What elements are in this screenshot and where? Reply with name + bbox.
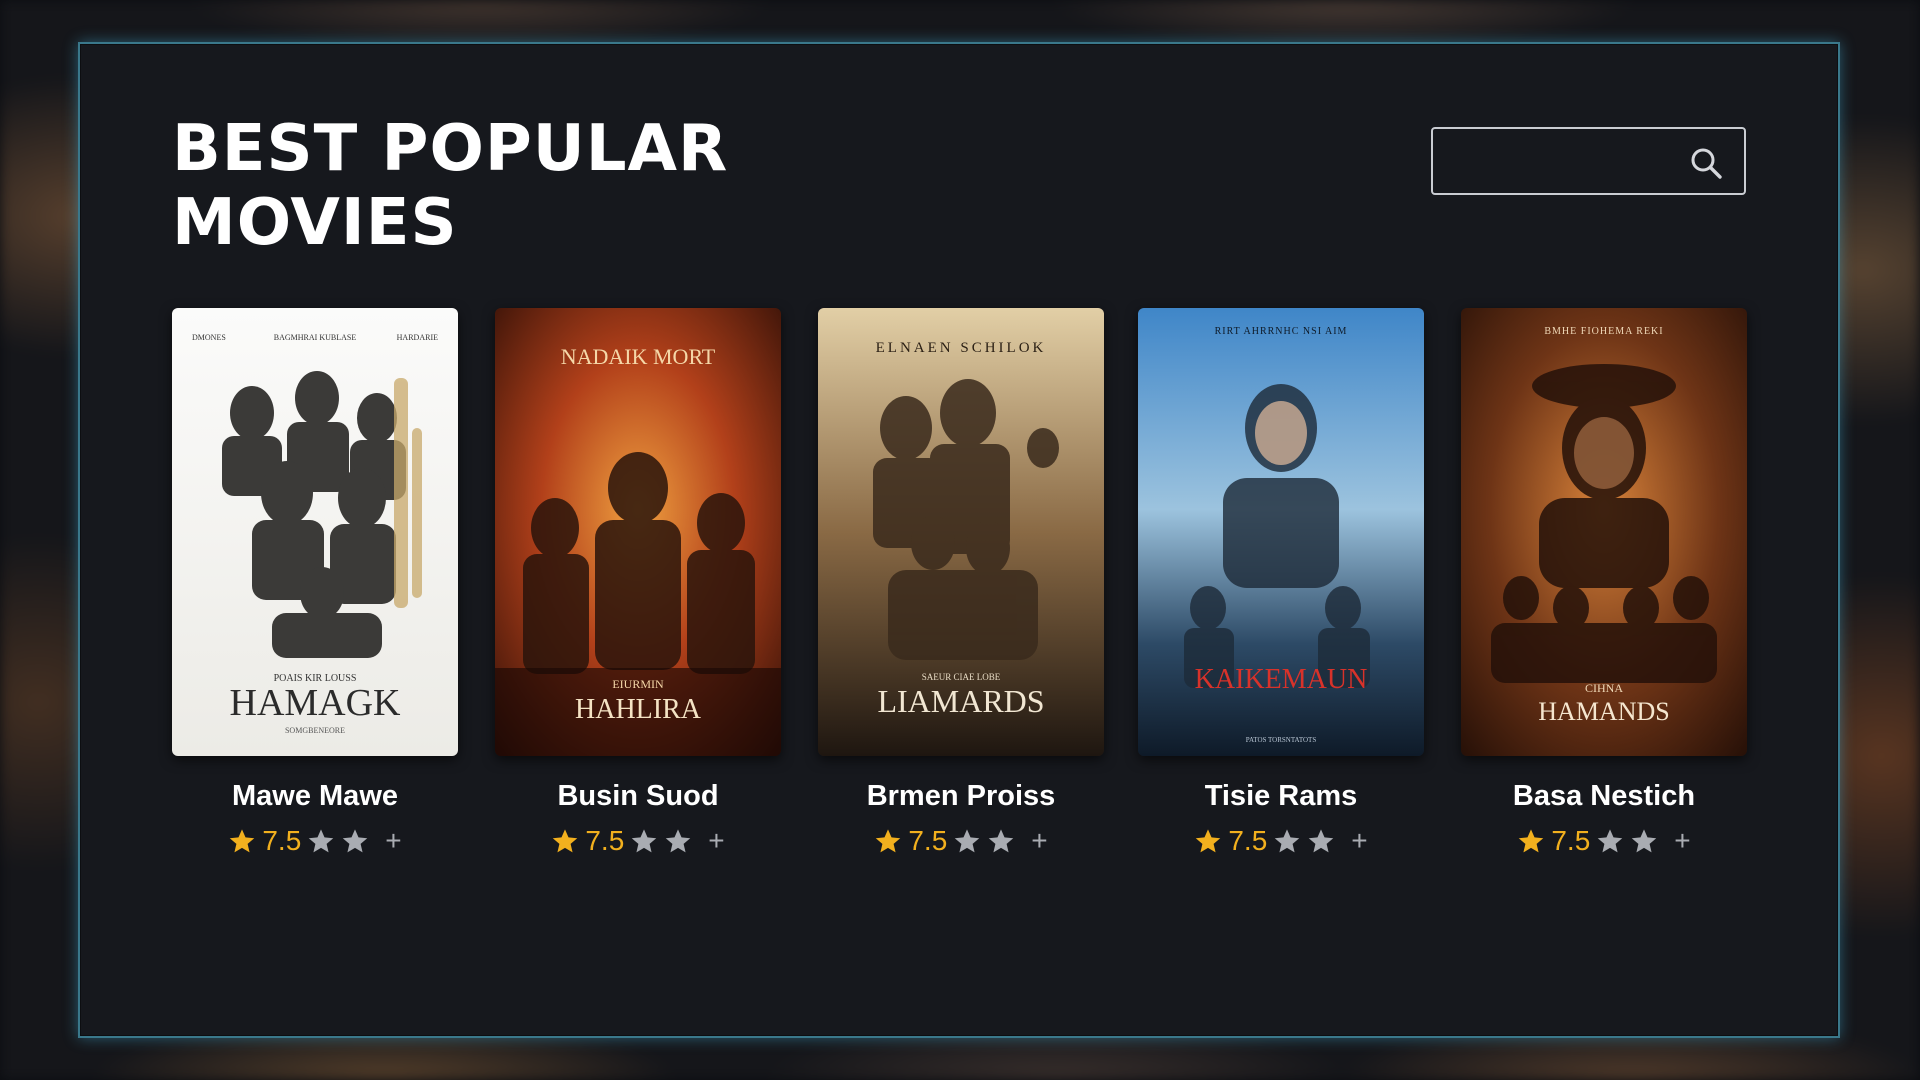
poster-title: HAMAGK (230, 682, 402, 724)
poster-header: ELNAEN SCHILOK (876, 340, 1047, 356)
add-to-list-button[interactable]: + (385, 825, 401, 857)
movie-poster[interactable]: BMHE FIOHEMA REKI CIHNA HAMANDS (1461, 308, 1747, 756)
movie-poster[interactable]: DMONES BAGMHRAI KUBLASE HARDARIE POAIS K… (172, 308, 458, 756)
poster-header-center: BAGMHRAI KUBLASE (274, 333, 357, 342)
movie-rating: 7.5 + (1461, 823, 1747, 859)
poster-subtitle: SAEUR CIAE LOBE (922, 672, 1001, 682)
movie-card[interactable]: NADAIK MORT EIURMIN HAHLIRA Busin Suod 7… (495, 308, 781, 859)
star-icon[interactable] (630, 827, 658, 855)
movie-card[interactable]: BMHE FIOHEMA REKI CIHNA HAMANDS Basa Nes… (1461, 308, 1747, 859)
add-to-list-button[interactable]: + (1674, 825, 1690, 857)
movie-title[interactable]: Mawe Mawe (172, 780, 458, 813)
movie-poster[interactable]: RIRT AHRRNHC NSI AIM KAIKEMAUN PATOS TOR… (1138, 308, 1424, 756)
movie-title[interactable]: Tisie Rams (1138, 780, 1424, 813)
movie-card[interactable]: ELNAEN SCHILOK SAEUR CIAE LOBE LIAMARDS … (818, 308, 1104, 859)
movie-rating: 7.5 + (172, 823, 458, 859)
movie-rating: 7.5 + (818, 823, 1104, 859)
poster-footer: PATOS TORSNTATOTS (1246, 736, 1317, 744)
rating-value: 7.5 (1551, 825, 1591, 856)
poster-title: HAHLIRA (575, 694, 702, 725)
movie-card[interactable]: RIRT AHRRNHC NSI AIM KAIKEMAUN PATOS TOR… (1138, 308, 1424, 859)
add-to-list-button[interactable]: + (1031, 825, 1047, 857)
rating-value: 7.5 (908, 825, 948, 856)
star-filled-icon (1196, 829, 1221, 853)
movie-poster[interactable]: NADAIK MORT EIURMIN HAHLIRA (495, 308, 781, 756)
movie-title[interactable]: Busin Suod (495, 780, 781, 813)
movie-title[interactable]: Brmen Proiss (818, 780, 1104, 813)
search-input[interactable] (1447, 129, 1681, 195)
star-filled-icon (876, 829, 901, 853)
page-title-line1: BEST POPULAR (172, 112, 729, 186)
poster-subtitle: EIURMIN (612, 677, 664, 691)
movie-poster[interactable]: ELNAEN SCHILOK SAEUR CIAE LOBE LIAMARDS (818, 308, 1104, 756)
page-title-line2: MOVIES (172, 186, 458, 260)
star-filled-icon (553, 829, 578, 853)
poster-header-left: DMONES (192, 333, 226, 342)
poster-header: RIRT AHRRNHC NSI AIM (1215, 326, 1348, 337)
add-to-list-button[interactable]: + (708, 825, 724, 857)
page-title: BEST POPULAR MOVIES (172, 112, 872, 260)
rating-value: 7.5 (585, 825, 625, 856)
star-filled-icon (230, 829, 255, 853)
add-to-list-button[interactable]: + (1351, 825, 1367, 857)
poster-header-right: HARDARIE (397, 333, 438, 342)
star-icon[interactable] (1596, 827, 1624, 855)
star-icon[interactable] (1273, 827, 1301, 855)
star-filled-icon (1519, 829, 1544, 853)
movie-rating: 7.5 + (1138, 823, 1424, 859)
star-icon[interactable] (1307, 827, 1335, 855)
rating-value: 7.5 (1228, 825, 1268, 856)
movie-grid: DMONES BAGMHRAI KUBLASE HARDARIE POAIS K… (172, 308, 1752, 908)
movies-panel: BEST POPULAR MOVIES DMONES BAGMHRAI KUBL… (78, 42, 1840, 1038)
poster-title: HAMANDS (1538, 697, 1669, 726)
star-icon[interactable] (953, 827, 981, 855)
poster-title: KAIKEMAUN (1195, 664, 1368, 695)
movie-card[interactable]: DMONES BAGMHRAI KUBLASE HARDARIE POAIS K… (172, 308, 458, 859)
star-icon[interactable] (307, 827, 335, 855)
movie-rating: 7.5 + (495, 823, 781, 859)
star-icon[interactable] (341, 827, 369, 855)
poster-header: NADAIK MORT (561, 344, 716, 369)
search-icon[interactable] (1688, 145, 1724, 181)
poster-header: BMHE FIOHEMA REKI (1544, 326, 1663, 337)
star-icon[interactable] (987, 827, 1015, 855)
rating-value: 7.5 (262, 825, 302, 856)
poster-title: LIAMARDS (877, 683, 1044, 719)
poster-subtitle: CIHNA (1585, 681, 1623, 695)
star-icon[interactable] (664, 827, 692, 855)
star-icon[interactable] (1630, 827, 1658, 855)
movie-title[interactable]: Basa Nestich (1461, 780, 1747, 813)
poster-footer: SOMGBENEORE (285, 726, 345, 735)
search-box[interactable] (1431, 127, 1746, 195)
